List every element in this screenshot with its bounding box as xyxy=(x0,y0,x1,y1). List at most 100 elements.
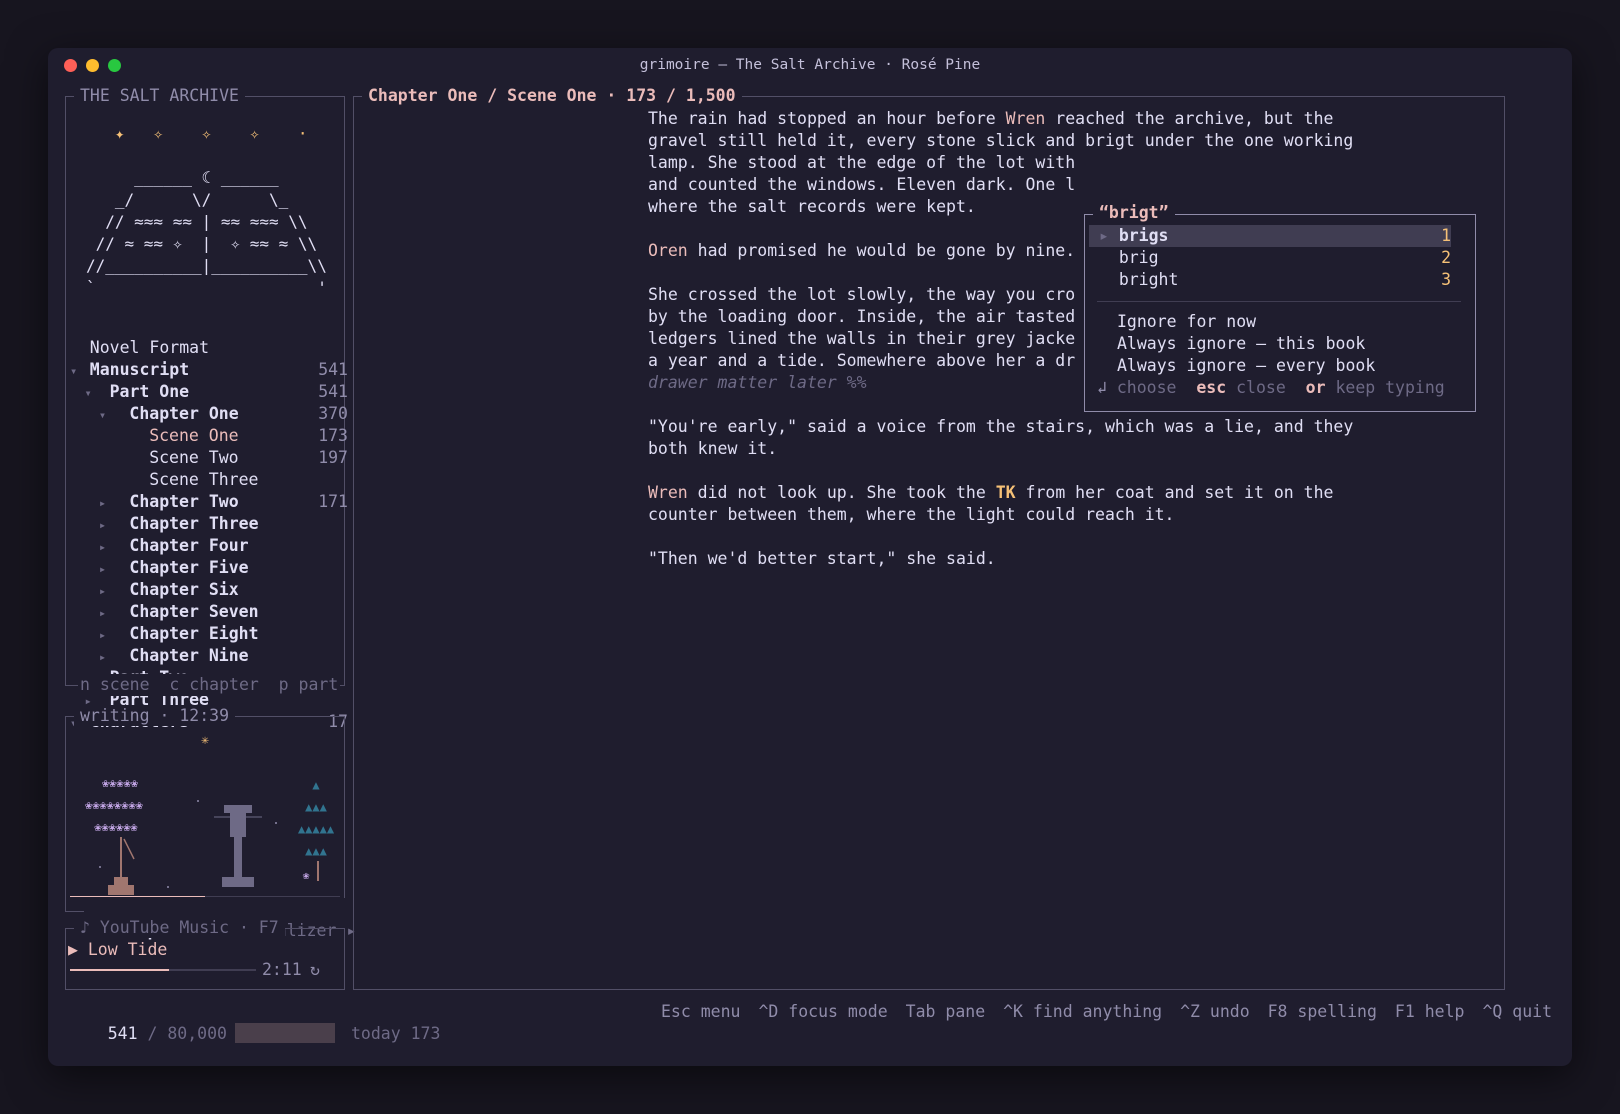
popup-divider xyxy=(1097,301,1461,302)
tree-item-label: Manuscript xyxy=(89,360,190,379)
text-run: The rain had stopped an hour before xyxy=(648,109,1006,128)
tree-item-count: 541 xyxy=(318,360,348,379)
tree-item[interactable]: ▸ Chapter Five xyxy=(70,557,348,579)
play-track-button[interactable]: ▶ Low Tide xyxy=(68,939,167,961)
tree-item[interactable]: Scene Two 197 xyxy=(70,447,348,469)
shortcut-label: quit xyxy=(1502,1002,1552,1021)
shortcut-label: find anything xyxy=(1023,1002,1163,1021)
editor-line: Wren did not look up. She took the TK fr… xyxy=(648,482,1333,504)
art-line: ` ' xyxy=(86,278,327,297)
footer-hint: esc xyxy=(1176,378,1227,397)
ignore-action[interactable]: Always ignore — this book xyxy=(1117,333,1365,355)
tree-item[interactable]: Novel Format xyxy=(70,337,348,359)
art-line: // ≈≈≈ ≈≈ | ≈≈ ≈≈≈ \\ xyxy=(86,212,308,231)
editor-line: ledgers lined the walls in their grey ja… xyxy=(648,328,1075,350)
text-run: "You're early," said a voice from the st… xyxy=(648,417,1354,436)
app-window: grimoire — The Salt Archive · Rosé Pine … xyxy=(48,48,1572,1066)
suggestion-item[interactable]: ▸ brigs 1 xyxy=(1089,225,1451,247)
shortcut-help[interactable]: F1 help xyxy=(1395,1002,1465,1021)
shortcut-undo[interactable]: ^Z undo xyxy=(1180,1002,1250,1021)
expand-arrow-icon[interactable]: ▸ xyxy=(70,602,129,624)
editor-line: Oren had promised he would be gone by ni… xyxy=(648,240,1075,262)
ignore-action[interactable]: Always ignore — every book xyxy=(1117,355,1375,377)
art-line: //__________|__________\\ xyxy=(86,256,327,275)
tree-item[interactable]: ▾ Chapter One 370 xyxy=(70,403,348,425)
word-count: 541 xyxy=(107,1024,138,1043)
suggestion-item[interactable]: brig 2 xyxy=(1089,247,1451,269)
music-progress-track[interactable] xyxy=(70,969,256,971)
shortcut-hints: Esc menu ^D focus mode Tab pane ^K find any… xyxy=(643,1001,1552,1023)
editor-line: "You're early," said a voice from the st… xyxy=(648,416,1353,438)
art-line: _/ \/ \_ xyxy=(86,190,289,209)
tree-item[interactable]: ▸ Chapter Seven xyxy=(70,601,348,623)
expand-arrow-icon[interactable]: ▸ xyxy=(70,646,129,668)
tree-item[interactable]: ▸ Chapter Nine xyxy=(70,645,348,667)
text-run: did not look up. She took the xyxy=(687,483,996,502)
tree-item-count: 197 xyxy=(318,448,348,467)
editor-line: where the salt records were kept. xyxy=(648,196,976,218)
mode-switcher: ◂ pomodoro visualizer ▸ xyxy=(84,898,361,940)
tree-item[interactable]: Scene Three xyxy=(70,469,348,491)
tree-item[interactable]: ▾ Manuscript 541 xyxy=(70,359,348,381)
shortcut-key: F8 xyxy=(1267,1002,1288,1021)
tree-item[interactable]: ▸ Chapter Three xyxy=(70,513,348,535)
music-progress-fill xyxy=(70,969,169,971)
collapse-arrow-icon[interactable]: ▾ xyxy=(70,360,90,382)
tree-item-label: Chapter Four xyxy=(129,536,249,555)
editor-line: drawer matter later %% xyxy=(648,372,867,394)
suggestion-word: bright xyxy=(1118,270,1179,289)
writing-timer-panel: writing · 12:39 ✳ ❀❀❀❀❀ ❀❀❀❀❀❀❀❀ ❀❀❀❀❀❀ … xyxy=(65,706,345,912)
suggestion-item[interactable]: bright 3 xyxy=(1089,269,1451,291)
tree-item[interactable]: ▸ Chapter Six xyxy=(70,579,348,601)
shortcut-spelling[interactable]: F8 spelling xyxy=(1268,1002,1377,1021)
shortcut-menu[interactable]: Esc menu xyxy=(661,1002,740,1021)
expand-arrow-icon[interactable]: ▸ xyxy=(70,514,129,536)
text-run: ledgers lined the walls in their grey ja… xyxy=(648,329,1076,348)
expand-arrow-icon[interactable]: ▸ xyxy=(70,492,129,514)
collapse-arrow-icon[interactable]: ▾ xyxy=(70,404,129,426)
tree-item-label: Chapter Two xyxy=(129,492,239,511)
shortcut-focus-mode[interactable]: ^D focus mode xyxy=(758,1002,887,1021)
pine-tree-icon: ▲ xyxy=(312,778,320,792)
misspelled-word: “brigt” xyxy=(1093,203,1175,223)
binder-panel: THE SALT ARCHIVE ✦ ✧ ✧ ✧ · ______ ☾ ____… xyxy=(65,86,348,731)
book-ascii-art: ✦ ✧ ✧ ✧ · ______ ☾ ______ _/ \/ \_ // ≈≈… xyxy=(86,123,327,299)
shortcut-quit[interactable]: ^Q quit xyxy=(1482,1002,1552,1021)
suggestion-word: brigs xyxy=(1118,226,1169,245)
tree-item[interactable]: ▸ Chapter Eight xyxy=(70,623,348,645)
tree-item-label: Chapter Eight xyxy=(129,624,259,643)
art-line xyxy=(86,145,327,167)
tree-item[interactable]: ▸ Chapter Four xyxy=(70,535,348,557)
tree-item[interactable]: Scene One 173 xyxy=(70,425,348,447)
shortcut-pane[interactable]: Tab pane xyxy=(906,1002,985,1021)
loop-icon[interactable]: ↻ xyxy=(310,959,320,981)
tree-item-label: Chapter Five xyxy=(129,558,249,577)
music-title: ♪ YouTube Music · F7 xyxy=(74,918,285,938)
expand-arrow-icon[interactable]: ▸ xyxy=(70,558,129,580)
text-run: lamp. She stood at the edge of the lot w… xyxy=(648,153,1076,172)
editor-line: She crossed the lot slowly, the way you … xyxy=(648,284,1075,306)
art-line: ✦ ✧ ✧ ✧ · xyxy=(86,124,308,143)
character-name: Wren xyxy=(1005,109,1046,128)
ignore-action[interactable]: Ignore for now xyxy=(1117,311,1256,333)
editor-line: by the loading door. Inside, the air tas… xyxy=(648,306,1075,328)
tree-item[interactable]: ▸ Chapter Two 171 xyxy=(70,491,348,513)
expand-arrow-icon[interactable]: ▸ xyxy=(70,624,129,646)
collapse-arrow-icon[interactable]: ▾ xyxy=(70,382,110,404)
text-run: by the loading door. Inside, the air tas… xyxy=(648,307,1076,326)
text-run: "Then we'd better start," she said. xyxy=(648,549,996,568)
expand-arrow-icon[interactable]: ▸ xyxy=(70,536,129,558)
editor-line: "Then we'd better start," she said. xyxy=(648,548,996,570)
shortcut-find-anything[interactable]: ^K find anything xyxy=(1003,1002,1162,1021)
suggestion-pad xyxy=(1089,248,1119,267)
window-title: grimoire — The Salt Archive · Rosé Pine xyxy=(639,57,981,73)
tree-item[interactable]: ▾ Part One 541 xyxy=(70,381,348,403)
expand-arrow-icon[interactable]: ▸ xyxy=(70,580,129,602)
sun-icon: ✳ xyxy=(201,733,209,748)
text-run: reached the archive, but the xyxy=(1045,109,1334,128)
art-line: ______ ☾ ______ xyxy=(86,168,279,187)
